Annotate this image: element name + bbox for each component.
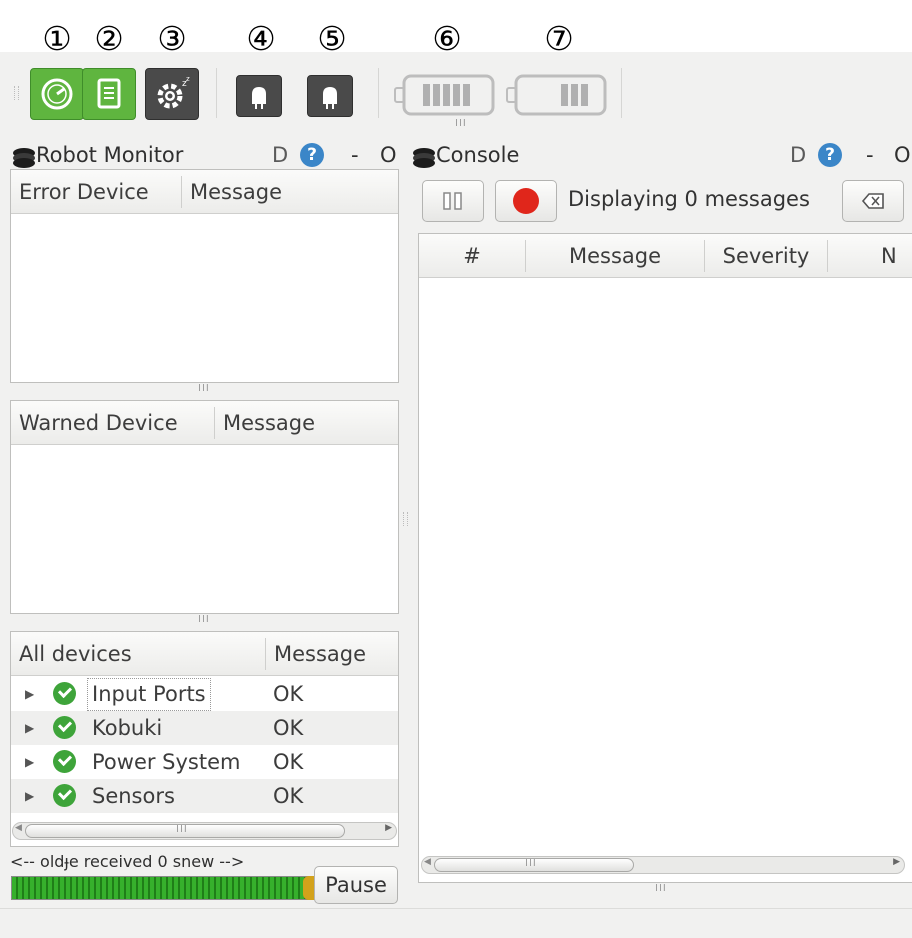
speedometer-button[interactable] — [30, 68, 84, 120]
speedometer-icon — [41, 78, 73, 110]
device-message: OK — [273, 750, 304, 774]
svg-text:z: z — [186, 75, 190, 83]
column-header-number[interactable]: # — [419, 234, 525, 278]
column-header-error-device[interactable]: Error Device — [19, 180, 149, 204]
column-header-warned-device[interactable]: Warned Device — [19, 411, 178, 435]
status-bar-divider — [0, 908, 912, 909]
device-row-kobuki[interactable]: ▶ Kobuki OK — [11, 711, 398, 745]
toolbar-separator — [216, 68, 217, 118]
battery-full-icon[interactable] — [393, 70, 497, 118]
gear-sleep-icon: z z — [157, 75, 190, 109]
toolbar-separator — [621, 68, 622, 118]
column-header-message[interactable]: Message — [182, 170, 398, 214]
scroll-left-icon[interactable]: ◀ — [15, 823, 22, 833]
scrollbar-thumb[interactable]: III — [434, 858, 634, 872]
scroll-left-icon[interactable]: ◀ — [424, 857, 431, 867]
help-icon[interactable]: ? — [818, 143, 842, 167]
column-header-all-devices[interactable]: All devices — [19, 642, 132, 666]
gear-sleep-button[interactable]: z z — [145, 68, 199, 120]
splitter-grip[interactable]: III — [198, 383, 210, 394]
scrollbar-thumb[interactable]: III — [25, 824, 345, 838]
column-header-message[interactable]: Message — [526, 234, 704, 278]
device-name: Power System — [92, 750, 241, 774]
ok-check-icon — [53, 750, 76, 773]
device-row-sensors[interactable]: ▶ Sensors OK — [11, 779, 398, 813]
device-row-power-system[interactable]: ▶ Power System OK — [11, 745, 398, 779]
horizontal-scrollbar[interactable]: III ◀ ▶ — [421, 856, 905, 874]
column-header-message[interactable]: Message — [215, 401, 398, 445]
robot-monitor-float-button[interactable]: - — [351, 143, 359, 167]
console-d-button[interactable]: D — [790, 143, 806, 167]
pause-button[interactable]: Pause — [314, 866, 398, 904]
expand-arrow-icon[interactable]: ▶ — [25, 779, 34, 813]
console-message-table[interactable]: # Message Severity N III ◀ ▶ — [418, 233, 912, 883]
column-header-severity[interactable]: Severity — [705, 234, 827, 278]
toolbar-grip[interactable] — [14, 86, 19, 100]
warned-device-table[interactable]: Warned Device Message — [10, 400, 399, 614]
scroll-right-icon[interactable]: ▶ — [893, 857, 900, 867]
device-name: Input Ports — [87, 678, 211, 711]
battery-partial-icon[interactable] — [505, 70, 609, 118]
record-button[interactable] — [495, 180, 557, 222]
dock-splitter[interactable] — [403, 512, 408, 526]
clear-button[interactable] — [842, 180, 904, 222]
error-device-table[interactable]: Error Device Message — [10, 169, 399, 383]
device-name: Kobuki — [92, 716, 163, 740]
expand-arrow-icon[interactable]: ▶ — [25, 745, 34, 779]
robot-monitor-close-button[interactable]: O — [380, 143, 397, 167]
robot-monitor-d-button[interactable]: D — [272, 143, 288, 167]
robot-monitor-title: Robot Monitor — [36, 143, 184, 167]
all-devices-table[interactable]: All devices Message ▶ Input Ports OK ▶ K… — [10, 631, 399, 847]
toolbar-grip: III — [455, 118, 467, 129]
notepad-icon — [97, 78, 121, 109]
pause-icon — [443, 192, 462, 210]
console-close-button[interactable]: O — [894, 143, 911, 167]
column-header-node[interactable]: N — [881, 234, 911, 278]
device-message: OK — [273, 682, 304, 706]
clear-icon — [861, 193, 884, 209]
led2-button[interactable] — [307, 75, 353, 117]
timeline-label: <-- oldɟe received 0 snew --> — [10, 852, 245, 871]
timeline-bar[interactable] — [11, 876, 310, 900]
horizontal-scrollbar[interactable]: III ◀ ▶ — [12, 822, 397, 840]
console-float-button[interactable]: - — [866, 143, 874, 167]
message-count-status: Displaying 0 messages — [568, 187, 810, 211]
help-icon[interactable]: ? — [300, 143, 324, 167]
expand-arrow-icon[interactable]: ▶ — [25, 677, 34, 711]
ok-check-icon — [53, 784, 76, 807]
led1-button[interactable] — [236, 75, 282, 117]
console-title: Console — [436, 143, 520, 167]
dock-icon — [13, 148, 35, 168]
led-icon — [323, 87, 337, 109]
ok-check-icon — [53, 716, 76, 739]
device-message: OK — [273, 716, 304, 740]
device-name: Sensors — [92, 784, 175, 808]
expand-arrow-icon[interactable]: ▶ — [25, 711, 34, 745]
device-row-input-ports[interactable]: ▶ Input Ports OK — [11, 677, 398, 711]
dock-icon — [413, 148, 435, 168]
splitter-grip[interactable]: III — [198, 614, 210, 625]
scroll-right-icon[interactable]: ▶ — [385, 823, 392, 833]
pause-toggle-button[interactable] — [422, 180, 484, 222]
ok-check-icon — [53, 682, 76, 705]
splitter-grip[interactable]: III — [655, 883, 667, 894]
led-icon — [252, 87, 266, 109]
column-header-message[interactable]: Message — [266, 632, 398, 676]
record-icon — [513, 188, 539, 214]
device-message: OK — [273, 784, 304, 808]
toolbar-separator — [378, 68, 379, 118]
notepad-button[interactable] — [82, 68, 136, 120]
